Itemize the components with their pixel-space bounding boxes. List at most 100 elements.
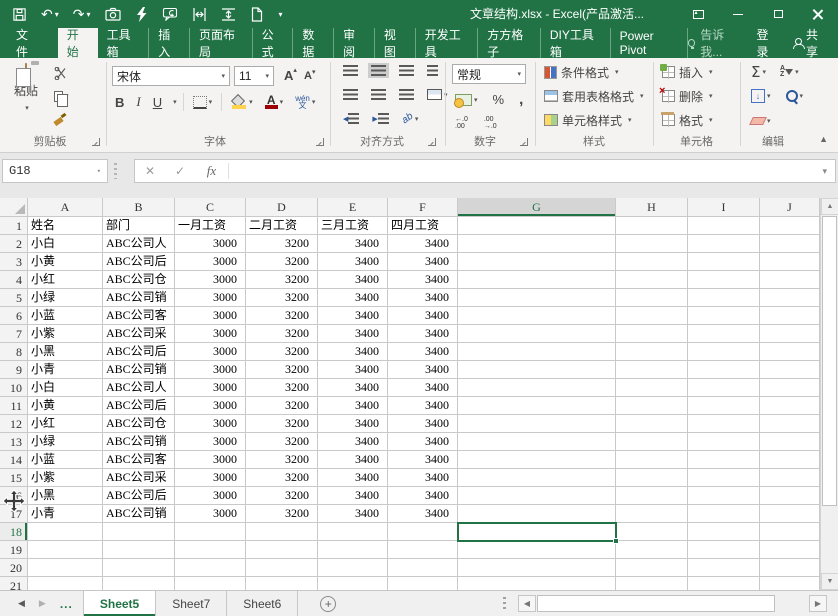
cell-A12[interactable]: 小红 [28, 415, 103, 433]
wrap-text-button[interactable] [424, 63, 441, 78]
cell-F2[interactable]: 3400 [388, 235, 458, 253]
cell-D14[interactable]: 3200 [246, 451, 318, 469]
cell-D6[interactable]: 3200 [246, 307, 318, 325]
cell-I11[interactable] [688, 397, 760, 415]
delete-cells-button[interactable]: 删除▾ [662, 86, 713, 106]
cell-B14[interactable]: ABC公司客 [103, 451, 175, 469]
cell-H13[interactable] [616, 433, 688, 451]
cell-A8[interactable]: 小黑 [28, 343, 103, 361]
cell-styles-button[interactable]: 单元格样式▾ [544, 110, 632, 130]
cell-B4[interactable]: ABC公司仓 [103, 271, 175, 289]
cell-B17[interactable]: ABC公司销 [103, 505, 175, 523]
cell-J16[interactable] [760, 487, 820, 505]
cell-J17[interactable] [760, 505, 820, 523]
cell-C13[interactable]: 3000 [175, 433, 246, 451]
cell-C5[interactable]: 3000 [175, 289, 246, 307]
cell-F17[interactable]: 3400 [388, 505, 458, 523]
cell-A15[interactable]: 小紫 [28, 469, 103, 487]
share-button[interactable]: 共享 [793, 26, 828, 60]
cell-A17[interactable]: 小青 [28, 505, 103, 523]
row-header-18[interactable]: 18 [0, 523, 28, 541]
align-left-button[interactable] [340, 87, 361, 102]
cell-H17[interactable] [616, 505, 688, 523]
row-header-20[interactable]: 20 [0, 559, 28, 577]
cell-J12[interactable] [760, 415, 820, 433]
cell-B12[interactable]: ABC公司仓 [103, 415, 175, 433]
cell-F12[interactable]: 3400 [388, 415, 458, 433]
clear-button[interactable]: ▾ [748, 115, 774, 127]
cell-D18[interactable] [246, 523, 318, 541]
undo-button[interactable]: ↶▾ [41, 7, 59, 21]
row-header-12[interactable]: 12 [0, 415, 28, 433]
cell-A9[interactable]: 小青 [28, 361, 103, 379]
column-header-H[interactable]: H [616, 198, 688, 217]
distribute-rows-icon[interactable] [221, 7, 236, 22]
ribbon-tab-12[interactable]: Power Pivot [611, 28, 688, 58]
cell-D3[interactable]: 3200 [246, 253, 318, 271]
cell-H5[interactable] [616, 289, 688, 307]
bold-button[interactable]: B [112, 93, 127, 112]
row-header-6[interactable]: 6 [0, 307, 28, 325]
cell-F3[interactable]: 3400 [388, 253, 458, 271]
cell-G7[interactable] [458, 325, 616, 343]
sheet-tab-sheet6[interactable]: Sheet6 [227, 591, 298, 616]
clipboard-dialog-launcher[interactable] [92, 138, 100, 146]
cell-F10[interactable]: 3400 [388, 379, 458, 397]
format-cells-button[interactable]: 格式▾ [662, 110, 713, 130]
cell-I3[interactable] [688, 253, 760, 271]
cell-B3[interactable]: ABC公司后 [103, 253, 175, 271]
cell-H1[interactable] [616, 217, 688, 235]
cell-E20[interactable] [318, 559, 388, 577]
cell-B11[interactable]: ABC公司后 [103, 397, 175, 415]
ribbon-tab-0[interactable]: 文件 [0, 28, 54, 58]
cell-D17[interactable]: 3200 [246, 505, 318, 523]
cell-G2[interactable] [458, 235, 616, 253]
cell-E7[interactable]: 3400 [318, 325, 388, 343]
ribbon-tab-2[interactable]: 工具箱 [98, 28, 150, 58]
column-header-B[interactable]: B [103, 198, 175, 217]
cell-D7[interactable]: 3200 [246, 325, 318, 343]
cell-I18[interactable] [688, 523, 760, 541]
scroll-down-arrow[interactable]: ▼ [821, 573, 838, 590]
cell-F5[interactable]: 3400 [388, 289, 458, 307]
row-header-9[interactable]: 9 [0, 361, 28, 379]
cell-J7[interactable] [760, 325, 820, 343]
cell-A20[interactable] [28, 559, 103, 577]
cell-B1[interactable]: 部门 [103, 217, 175, 235]
cell-F6[interactable]: 3400 [388, 307, 458, 325]
column-header-I[interactable]: I [688, 198, 760, 217]
align-middle-button[interactable] [368, 63, 389, 78]
ribbon-tab-6[interactable]: 数据 [293, 28, 334, 58]
cell-A3[interactable]: 小黄 [28, 253, 103, 271]
cell-G11[interactable] [458, 397, 616, 415]
ribbon-tab-3[interactable]: 插入 [149, 28, 190, 58]
row-header-7[interactable]: 7 [0, 325, 28, 343]
prev-sheet-arrow[interactable]: ◀ [18, 598, 25, 609]
cell-H18[interactable] [616, 523, 688, 541]
increase-indent-button[interactable]: ▶ [369, 111, 391, 126]
cell-G14[interactable] [458, 451, 616, 469]
cell-B20[interactable] [103, 559, 175, 577]
underline-button[interactable]: U [150, 93, 165, 112]
cell-F15[interactable]: 3400 [388, 469, 458, 487]
ribbon-tab-1[interactable]: 开始 [58, 28, 98, 58]
cell-C2[interactable]: 3000 [175, 235, 246, 253]
cell-I9[interactable] [688, 361, 760, 379]
cell-F13[interactable]: 3400 [388, 433, 458, 451]
cell-F4[interactable]: 3400 [388, 271, 458, 289]
cell-I10[interactable] [688, 379, 760, 397]
insert-function-button[interactable]: fx [195, 163, 229, 179]
cell-A4[interactable]: 小红 [28, 271, 103, 289]
cell-H11[interactable] [616, 397, 688, 415]
cell-F21[interactable] [388, 577, 458, 590]
row-header-13[interactable]: 13 [0, 433, 28, 451]
ribbon-tab-4[interactable]: 页面布局 [190, 28, 253, 58]
accounting-format-button[interactable]: ▾ [452, 92, 481, 108]
scroll-right-arrow[interactable]: ▶ [809, 595, 827, 612]
cell-H4[interactable] [616, 271, 688, 289]
confirm-entry-icon[interactable]: ✓ [165, 164, 195, 178]
cell-E15[interactable]: 3400 [318, 469, 388, 487]
hscroll-splitter[interactable] [503, 597, 506, 611]
distribute-columns-icon[interactable] [192, 7, 207, 22]
cell-D5[interactable]: 3200 [246, 289, 318, 307]
